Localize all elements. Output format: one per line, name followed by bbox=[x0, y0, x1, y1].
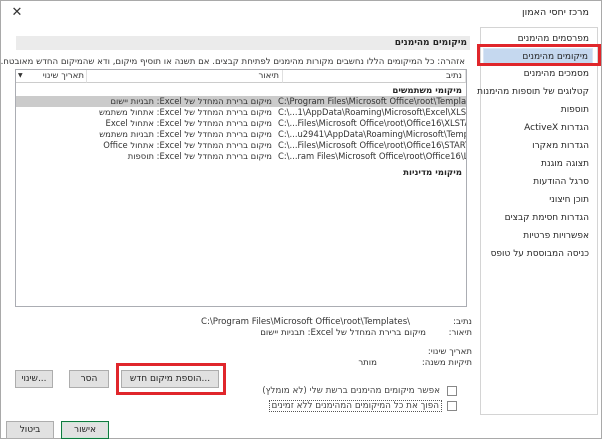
disable-all-checkbox[interactable] bbox=[447, 401, 457, 411]
nav-item-trusted-addin-catalogs[interactable]: קטלוגים של תוספות מהימנות bbox=[477, 84, 593, 100]
allow-network-label: אפשר מיקומים מהימנים ברשת שלי (לא מומלץ) bbox=[262, 386, 440, 396]
detail-subfolders-value: מותר bbox=[358, 358, 377, 368]
column-header-date[interactable]: תאריך שינוי ▼ bbox=[16, 70, 87, 83]
location-path: C:\...ram Files\Microsoft Office\root\Of… bbox=[278, 151, 466, 161]
detail-path-value: C:\Program Files\Microsoft Office\root\T… bbox=[201, 317, 411, 327]
add-location-button[interactable]: הוספת מיקום חדש... bbox=[121, 370, 219, 388]
detail-description-value: מיקום ברירת המחדל של Excel: תבניות יישום bbox=[260, 328, 426, 338]
column-header-description[interactable]: תיאור bbox=[87, 70, 283, 83]
detail-date-label: תאריך שינוי: bbox=[427, 347, 472, 357]
section-title: מיקומים מהימנים bbox=[16, 36, 470, 50]
allow-network-checkbox[interactable] bbox=[447, 386, 457, 396]
nav-item-macro-settings[interactable]: הגדרות מאקרו bbox=[483, 138, 593, 154]
list-item[interactable]: C:\...Files\Microsoft Office\root\Office… bbox=[16, 140, 466, 151]
location-description: מיקום ברירת המחדל של Excel: תוספות bbox=[127, 151, 272, 161]
location-description: מיקום ברירת המחדל של Excel: אתחול משתמש bbox=[98, 107, 272, 117]
detail-path-label: נתיב: bbox=[453, 317, 472, 327]
nav-item-trusted-documents[interactable]: מסמכים מהימנים bbox=[483, 66, 593, 82]
category-nav: מפרסמים מהימנים מיקומים מהימנים מסמכים מ… bbox=[477, 27, 598, 415]
disable-all-option[interactable]: הפוך את כל המיקומים המהימנים ללא זמינים bbox=[268, 400, 457, 412]
nav-item-file-block-settings[interactable]: הגדרות חסימת קבצים bbox=[483, 210, 593, 226]
detail-description-label: תיאור: bbox=[448, 328, 472, 338]
column-header-date-label: תאריך שינוי bbox=[42, 71, 84, 81]
location-description: מיקום ברירת המחדל של Excel: תבניות יישום bbox=[110, 96, 272, 106]
location-path: C:\...Files\Microsoft Office\root\Office… bbox=[278, 118, 466, 128]
trust-center-dialog: מרכז יחסי האמון ✕ מפרסמים מהימנים מיקומי… bbox=[0, 0, 602, 439]
warning-text: אזהרה: כל המיקומים הללו נחשבים מקורות מה… bbox=[0, 57, 465, 67]
list-item[interactable]: C:\...u2941\AppData\Roaming\Microsoft\Te… bbox=[16, 129, 466, 140]
close-icon[interactable]: ✕ bbox=[8, 4, 26, 22]
list-item[interactable]: C:\...Files\Microsoft Office\root\Office… bbox=[16, 118, 466, 129]
nav-item-privacy-options[interactable]: אפשרויות פרטיות bbox=[483, 228, 593, 244]
nav-item-protected-view[interactable]: תצוגה מוגנת bbox=[483, 156, 593, 172]
ok-button[interactable]: אישור bbox=[61, 421, 109, 439]
nav-item-message-bar[interactable]: סרגל ההודעות bbox=[483, 174, 593, 190]
allow-network-option[interactable]: אפשר מיקומים מהימנים ברשת שלי (לא מומלץ) bbox=[260, 386, 457, 396]
detail-subfolders-label: תיקיות משנה: bbox=[421, 358, 472, 368]
list-item[interactable]: C:\Program Files\Microsoft Office\root\T… bbox=[16, 96, 466, 107]
location-path: C:\Program Files\Microsoft Office\root\T… bbox=[278, 96, 466, 106]
location-description: מיקום ברירת המחדל של Excel: תבניות משתמש bbox=[99, 129, 272, 139]
location-description: מיקום ברירת המחדל של Excel: אתחול Excel bbox=[105, 118, 272, 128]
trusted-locations-list[interactable]: נתיב תיאור תאריך שינוי ▼ מיקומי משתמשים … bbox=[15, 69, 467, 307]
location-description: מיקום ברירת המחדל של Excel: אתחול Office bbox=[103, 140, 272, 150]
remove-button[interactable]: הסר bbox=[69, 370, 109, 388]
sort-arrow-icon: ▼ bbox=[18, 72, 23, 79]
modify-button[interactable]: שינוי... bbox=[15, 370, 53, 388]
nav-item-addins[interactable]: תוספות bbox=[483, 102, 593, 118]
title-bar: מרכז יחסי האמון ✕ bbox=[1, 1, 601, 27]
list-item[interactable]: C:\...1\AppData\Roaming\Microsoft\Excel\… bbox=[16, 107, 466, 118]
nav-item-form-based-signin[interactable]: כניסה המבוססת על טופס bbox=[483, 246, 593, 262]
user-locations-header: מיקומי משתמשים bbox=[392, 86, 462, 96]
column-header-path[interactable]: נתיב bbox=[283, 70, 466, 83]
nav-item-external-content[interactable]: תוכן חיצוני bbox=[483, 192, 593, 208]
nav-item-trusted-publishers[interactable]: מפרסמים מהימנים bbox=[483, 31, 593, 47]
location-path: C:\...Files\Microsoft Office\root\Office… bbox=[278, 140, 466, 150]
policy-locations-header: מיקומי מדיניות bbox=[403, 168, 462, 178]
cancel-button[interactable]: ביטול bbox=[6, 421, 54, 439]
location-path: C:\...u2941\AppData\Roaming\Microsoft\Te… bbox=[278, 129, 466, 139]
disable-all-label: הפוך את כל המיקומים המהימנים ללא זמינים bbox=[268, 400, 442, 412]
location-path: C:\...1\AppData\Roaming\Microsoft\Excel\… bbox=[278, 107, 466, 117]
nav-item-activex-settings[interactable]: הגדרות ActiveX bbox=[483, 120, 593, 136]
list-item[interactable]: C:\...ram Files\Microsoft Office\root\Of… bbox=[16, 151, 466, 162]
window-title: מרכז יחסי האמון bbox=[522, 7, 589, 18]
nav-item-trusted-locations[interactable]: מיקומים מהימנים bbox=[483, 48, 593, 64]
